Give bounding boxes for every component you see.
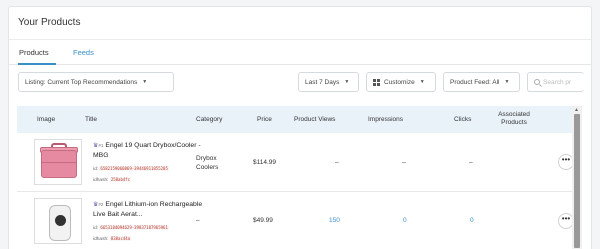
tab-bar: Products Feeds bbox=[9, 45, 591, 65]
page-title: Your Products bbox=[18, 17, 81, 28]
chevron-down-icon: ▼ bbox=[344, 79, 350, 85]
product-idhash: idhash: 838ac44a bbox=[93, 236, 132, 242]
views-cell: – bbox=[335, 159, 339, 166]
table-row[interactable]: ♛#2 Engel Lithium-ion Rechargeable Live B… bbox=[17, 192, 580, 249]
grid-icon bbox=[373, 78, 380, 86]
customize-button[interactable]: Customize ▼ bbox=[366, 72, 436, 92]
id-label: id: bbox=[93, 226, 99, 231]
product-title-text: Engel 19 Quart Drybox/Cooler - MBG bbox=[93, 142, 201, 159]
divider bbox=[9, 39, 591, 40]
product-title[interactable]: ♛#1 Engel 19 Quart Drybox/Cooler - MBG bbox=[93, 141, 205, 161]
idhash-value: 838ac44a bbox=[109, 236, 132, 241]
views-cell[interactable]: 150 bbox=[329, 217, 340, 224]
clicks-cell[interactable]: 0 bbox=[470, 217, 474, 224]
product-title[interactable]: ♛#2 Engel Lithium-ion Rechargeable Live B… bbox=[93, 200, 205, 220]
scrollbar-thumb[interactable] bbox=[574, 114, 580, 248]
tab-products[interactable]: Products bbox=[19, 48, 49, 57]
impressions-cell[interactable]: 0 bbox=[403, 217, 407, 224]
column-header-clicks[interactable]: Clicks bbox=[454, 116, 471, 123]
column-header-title[interactable]: Title bbox=[85, 116, 97, 123]
column-header-product-views[interactable]: Product Views bbox=[294, 116, 335, 123]
category-cell: – bbox=[196, 217, 200, 224]
id-label: id: bbox=[93, 167, 99, 172]
product-title-text: Engel Lithium-ion Rechargeable Live Bait… bbox=[93, 201, 203, 218]
id-value: 6653184094629-39837187965961 bbox=[99, 225, 169, 230]
idhash-label: idhash: bbox=[93, 237, 109, 242]
category-cell: Drybox Coolers bbox=[196, 155, 219, 171]
column-header-impressions[interactable]: Impressions bbox=[368, 116, 403, 123]
idhash-value: 258ab4fc bbox=[109, 177, 132, 182]
rank-badge: #2 bbox=[98, 202, 104, 207]
column-header-associated-products[interactable]: Associated Products bbox=[489, 111, 539, 127]
product-feed-dropdown[interactable]: Product Feed: All ▼ bbox=[443, 72, 520, 92]
chevron-down-icon: ▼ bbox=[419, 79, 425, 85]
price-cell: $49.99 bbox=[253, 217, 273, 224]
product-image-aerator bbox=[34, 198, 82, 244]
tab-feeds[interactable]: Feeds bbox=[73, 48, 94, 57]
column-header-category[interactable]: Category bbox=[196, 116, 222, 123]
product-feed-label: Product Feed: All bbox=[450, 78, 500, 86]
listing-dropdown[interactable]: Listing: Current Top Recommendations ▼ bbox=[18, 72, 174, 92]
active-tab-indicator bbox=[18, 63, 56, 65]
price-cell: $114.99 bbox=[253, 159, 277, 166]
product-idhash: idhash: 258ab4fc bbox=[93, 177, 132, 183]
table-header: Image Title Category Price Product Views… bbox=[17, 106, 580, 133]
chevron-down-icon: ▼ bbox=[142, 79, 148, 85]
search-icon bbox=[534, 79, 540, 85]
listing-label: Listing: Current Top Recommendations bbox=[25, 78, 138, 86]
id-value: 6582159060869-39446911855205 bbox=[99, 166, 169, 171]
date-range-dropdown[interactable]: Last 7 Days ▼ bbox=[298, 72, 359, 92]
table-row[interactable]: ♛#1 Engel 19 Quart Drybox/Cooler - MBG id… bbox=[17, 133, 580, 192]
search-placeholder: Search pr bbox=[543, 78, 572, 86]
idhash-label: idhash: bbox=[93, 178, 109, 183]
clicks-cell: – bbox=[469, 159, 473, 166]
chevron-down-icon: ▼ bbox=[504, 79, 510, 85]
customize-label: Customize bbox=[384, 78, 415, 86]
impressions-cell: – bbox=[402, 159, 406, 166]
column-header-price[interactable]: Price bbox=[257, 116, 272, 123]
product-id: id: 6582159060869-39446911855205 bbox=[93, 166, 169, 172]
column-header-image[interactable]: Image bbox=[37, 116, 55, 123]
date-range-label: Last 7 Days bbox=[305, 78, 340, 86]
scroll-up-icon[interactable]: ▲ bbox=[574, 107, 579, 113]
product-id: id: 6653184094629-39837187965961 bbox=[93, 225, 169, 231]
search-input[interactable]: Search pr bbox=[527, 72, 584, 92]
rank-badge: #1 bbox=[98, 143, 104, 148]
product-image-cooler bbox=[34, 139, 82, 185]
